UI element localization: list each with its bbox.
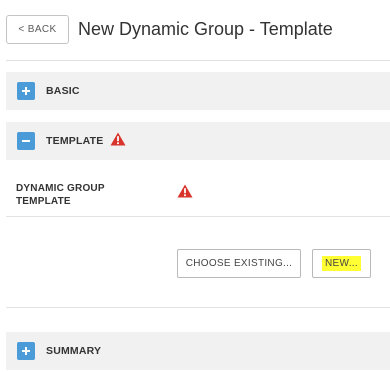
section-bottom-divider [6,307,390,308]
choose-existing-button[interactable]: CHOOSE EXISTING... [177,249,301,278]
plus-icon[interactable] [17,82,35,100]
plus-icon[interactable] [17,342,35,360]
warning-icon [110,132,126,151]
section-basic-label: BASIC [46,85,80,97]
header-divider [6,60,390,61]
new-button-label: NEW... [322,256,361,271]
section-template-header[interactable]: TEMPLATE [6,122,390,160]
page-title: New Dynamic Group - Template [78,19,333,39]
minus-icon[interactable] [17,132,35,150]
new-template-button[interactable]: NEW... [312,249,371,278]
section-summary-label: SUMMARY [46,345,102,357]
section-template-label: TEMPLATE [46,135,104,147]
field-divider [6,216,390,217]
back-button[interactable]: < BACK [6,15,69,44]
dynamic-group-template-label: DYNAMIC GROUP TEMPLATE [16,183,105,207]
section-summary-header[interactable]: SUMMARY [6,332,390,370]
warning-icon [177,184,193,203]
section-basic-header[interactable]: BASIC [6,72,390,110]
